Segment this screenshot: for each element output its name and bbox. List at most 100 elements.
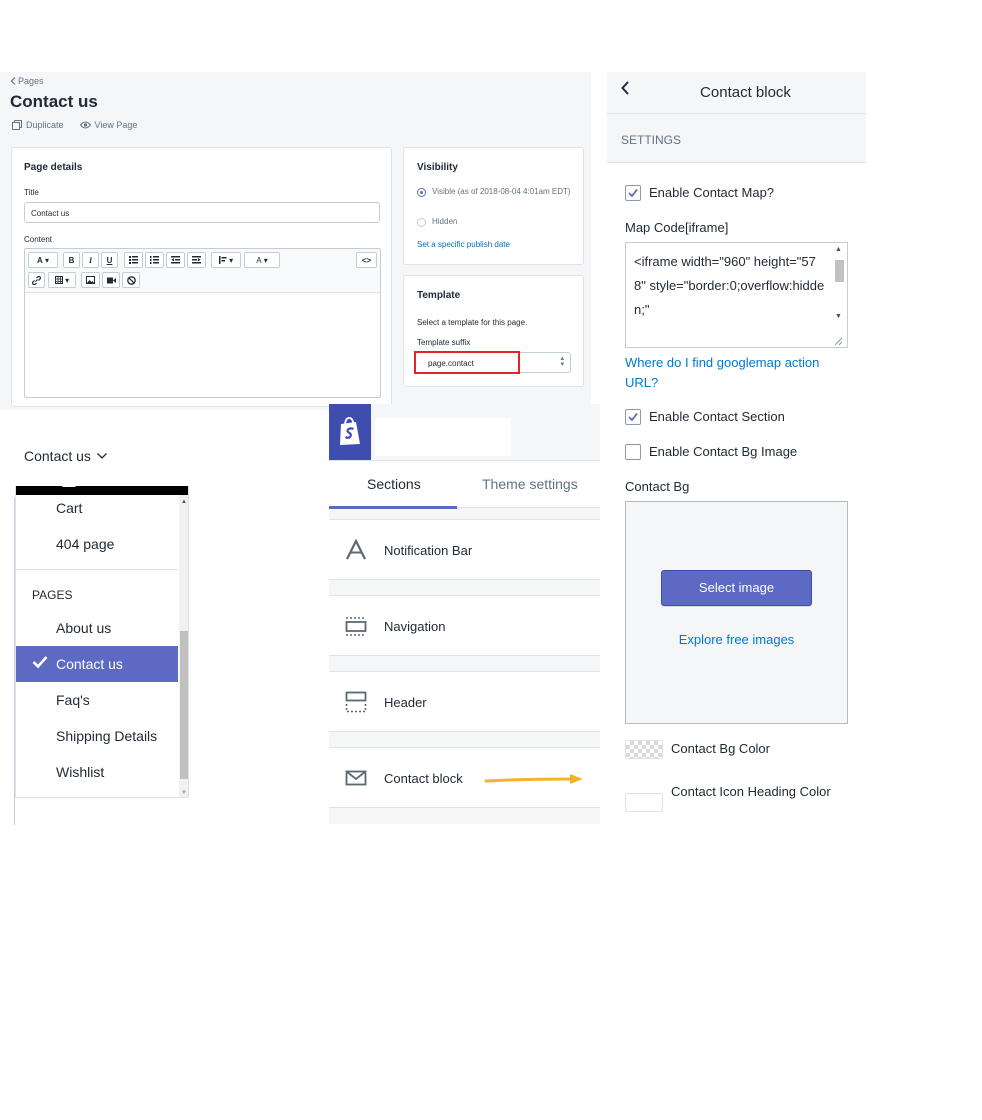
contact-bg-label: Contact Bg bbox=[625, 479, 690, 494]
page-details-card: Page details Title Contact us Content A … bbox=[11, 147, 392, 407]
active-tab-underline bbox=[329, 506, 457, 509]
image-picker: Select image Explore free images bbox=[625, 501, 848, 724]
table-button[interactable]: ▾ bbox=[48, 272, 76, 288]
menu-item-cart[interactable]: Cart bbox=[56, 500, 82, 516]
text-color-button[interactable]: A ▾ bbox=[244, 252, 280, 268]
outdent-icon bbox=[171, 256, 180, 264]
view-page-button[interactable]: View Page bbox=[79, 120, 137, 130]
sections-tabs: Sections Theme settings bbox=[329, 460, 600, 509]
indent-icon bbox=[192, 256, 201, 264]
table-icon bbox=[54, 276, 63, 284]
publish-date-link[interactable]: Set a specific publish date bbox=[417, 240, 510, 249]
italic-button[interactable]: I bbox=[82, 252, 99, 268]
icon-heading-color-label: Contact Icon Heading Color bbox=[671, 784, 831, 799]
visibility-card: Visibility Visible (as of 2018-08-04 4:0… bbox=[403, 147, 584, 265]
template-heading: Template bbox=[417, 290, 461, 301]
menu-item-contact-us[interactable]: Contact us bbox=[16, 646, 178, 682]
section-contact-block[interactable]: Contact block bbox=[329, 747, 600, 808]
enable-map-checkbox[interactable] bbox=[625, 185, 641, 201]
clear-format-button[interactable] bbox=[122, 272, 140, 288]
numbered-list-button[interactable] bbox=[145, 252, 164, 268]
enable-bg-image-label: Enable Contact Bg Image bbox=[649, 444, 798, 459]
link-button[interactable] bbox=[28, 272, 45, 288]
outdent-button[interactable] bbox=[166, 252, 185, 268]
menu-caret bbox=[62, 486, 76, 487]
visibility-heading: Visibility bbox=[417, 162, 458, 173]
contact-block-header: Contact block bbox=[607, 72, 866, 114]
header-icon bbox=[345, 691, 367, 713]
enable-section-checkbox[interactable] bbox=[625, 409, 641, 425]
visible-radio[interactable] bbox=[417, 188, 426, 197]
scroll-thumb[interactable] bbox=[835, 260, 844, 282]
scroll-thumb[interactable] bbox=[180, 631, 188, 779]
section-notification-bar[interactable]: Notification Bar bbox=[329, 519, 600, 580]
title-input[interactable]: Contact us bbox=[24, 202, 380, 223]
content-label: Content bbox=[24, 235, 53, 244]
chevron-left-icon bbox=[10, 77, 16, 85]
template-description: Select a template for this page. bbox=[417, 318, 528, 327]
duplicate-button[interactable]: Duplicate bbox=[12, 120, 64, 130]
menu-scrollbar[interactable]: ▲ ▼ bbox=[179, 495, 188, 797]
resize-grip-icon[interactable] bbox=[833, 336, 843, 346]
arrow-right-icon bbox=[484, 774, 583, 784]
contact-block-settings-screenshot: Contact block SETTINGS Enable Contact Ma… bbox=[607, 72, 866, 824]
menu-item-wishlist[interactable]: Wishlist bbox=[56, 764, 104, 780]
menu-top-border bbox=[16, 486, 188, 495]
html-toggle-button[interactable]: <> bbox=[356, 252, 377, 268]
section-navigation[interactable]: Navigation bbox=[329, 595, 600, 656]
indent-button[interactable] bbox=[187, 252, 206, 268]
ban-icon bbox=[126, 275, 136, 285]
bg-color-swatch[interactable] bbox=[625, 740, 663, 759]
section-header[interactable]: Header bbox=[329, 671, 600, 732]
bullet-list-button[interactable] bbox=[124, 252, 143, 268]
link-icon bbox=[32, 275, 41, 285]
map-code-label: Map Code[iframe] bbox=[625, 220, 729, 235]
enable-bg-image-checkbox[interactable] bbox=[625, 444, 641, 460]
content-editor[interactable]: A ▾ B I U ▾ A ▾ <> ▾ bbox=[24, 248, 381, 398]
mail-icon bbox=[345, 770, 367, 786]
menu-item-faqs[interactable]: Faq's bbox=[56, 692, 90, 708]
select-image-button[interactable]: Select image bbox=[661, 570, 812, 606]
underline-button[interactable]: U bbox=[101, 252, 118, 268]
checkmark-icon bbox=[32, 656, 48, 669]
page-selector-trigger[interactable]: Contact us bbox=[24, 448, 107, 464]
checkmark-icon bbox=[628, 188, 638, 198]
store-name-field bbox=[375, 418, 511, 456]
image-button[interactable] bbox=[81, 272, 100, 288]
bg-color-label: Contact Bg Color bbox=[671, 741, 770, 756]
select-arrows-icon: ▴ ▾ bbox=[560, 355, 564, 368]
duplicate-icon bbox=[12, 120, 22, 130]
breadcrumb[interactable]: Pages bbox=[10, 76, 44, 86]
menu-item-shipping[interactable]: Shipping Details bbox=[56, 728, 157, 744]
highlight-box bbox=[414, 351, 520, 374]
scroll-down-icon: ▼ bbox=[181, 790, 187, 796]
scroll-up-icon: ▲ bbox=[835, 246, 842, 253]
explore-images-link[interactable]: Explore free images bbox=[626, 632, 847, 647]
menu-group-header: PAGES bbox=[32, 588, 73, 602]
hidden-option-label: Hidden bbox=[432, 217, 458, 226]
menu-divider bbox=[16, 569, 178, 570]
settings-header: SETTINGS bbox=[621, 133, 682, 147]
hidden-radio[interactable] bbox=[417, 218, 426, 227]
map-code-textarea[interactable]: <iframe width="960" height="578" style="… bbox=[625, 242, 848, 348]
video-button[interactable] bbox=[102, 272, 120, 288]
tab-sections[interactable]: Sections bbox=[367, 476, 421, 492]
template-card: Template Select a template for this page… bbox=[403, 275, 584, 387]
navigation-icon bbox=[345, 617, 367, 636]
menu-item-about-us[interactable]: About us bbox=[56, 620, 111, 636]
map-help-link[interactable]: Where do I find googlemap action URL? bbox=[625, 353, 845, 393]
menu-item-404[interactable]: 404 page bbox=[56, 536, 114, 552]
page-dropdown-menu: Cart 404 page PAGES About us Contact us … bbox=[15, 486, 189, 798]
align-left-icon bbox=[218, 256, 227, 264]
bold-button[interactable]: B bbox=[63, 252, 80, 268]
bullet-list-icon bbox=[129, 256, 138, 264]
textarea-scrollbar[interactable]: ▲ ▼ bbox=[831, 243, 847, 323]
page-details-heading: Page details bbox=[24, 162, 83, 173]
tab-theme-settings[interactable]: Theme settings bbox=[482, 476, 578, 492]
icon-heading-color-swatch[interactable] bbox=[625, 793, 663, 812]
page-dropdown-screenshot: Contact us Cart 404 page PAGES About us … bbox=[0, 410, 195, 825]
align-button[interactable]: ▾ bbox=[211, 252, 241, 268]
scroll-up-icon: ▲ bbox=[181, 499, 187, 505]
font-button[interactable]: A ▾ bbox=[28, 252, 58, 268]
visible-option-label: Visible (as of 2018-08-04 4:01am EDT) bbox=[432, 187, 571, 196]
